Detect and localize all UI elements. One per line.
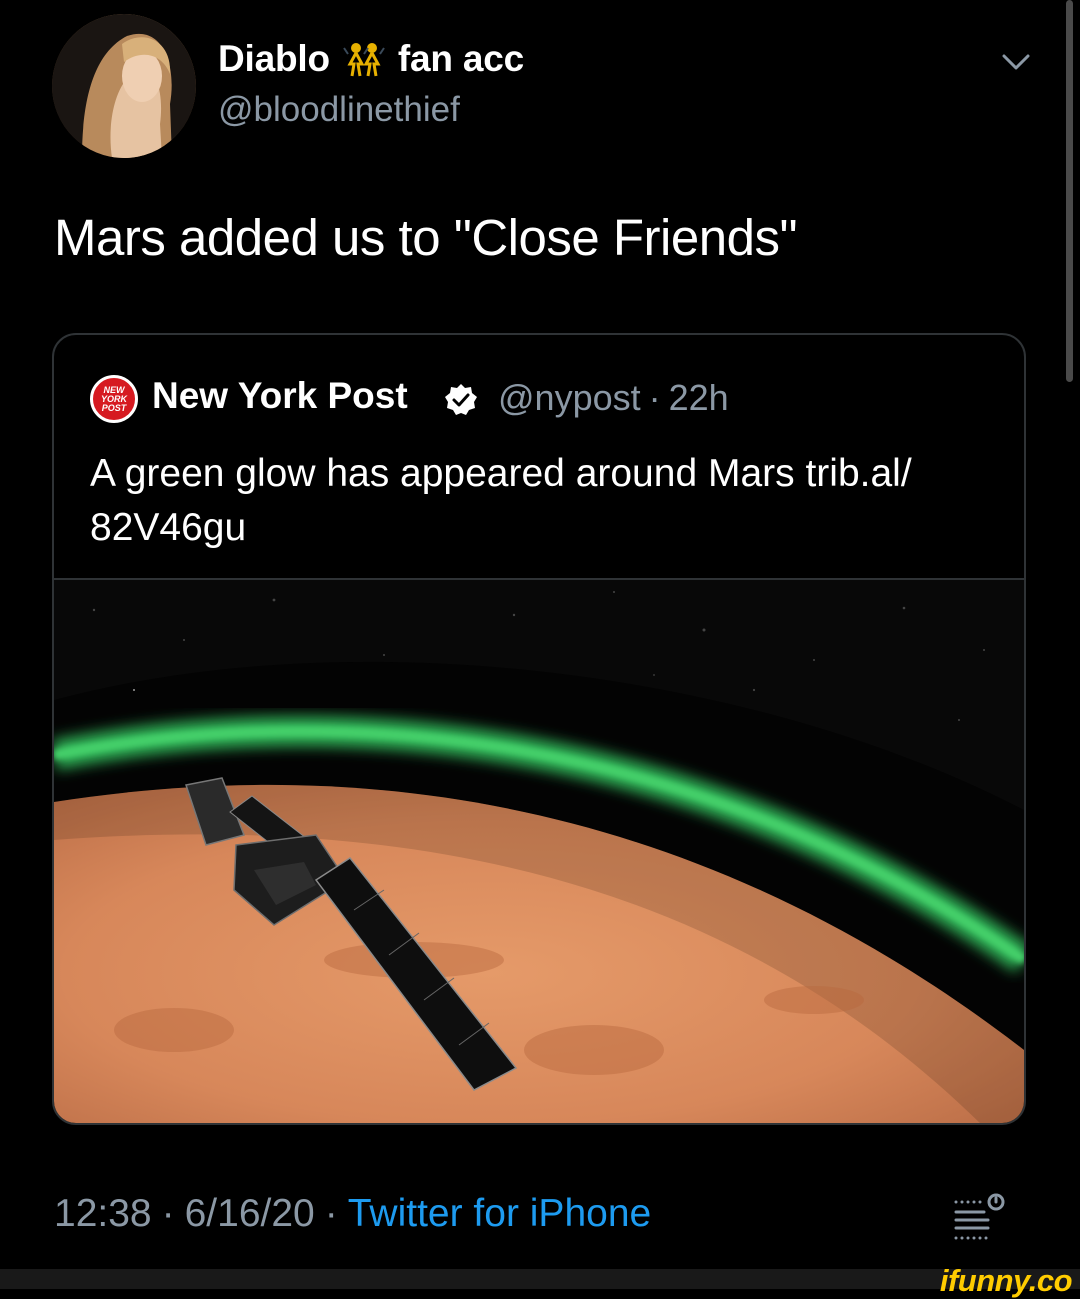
avatar-image bbox=[52, 14, 196, 158]
footer-separator-2: · bbox=[324, 1192, 338, 1235]
display-name-part1: Diablo bbox=[218, 38, 330, 79]
tweet-source-link[interactable]: Twitter for iPhone bbox=[348, 1192, 651, 1235]
dancers-emoji-icon bbox=[343, 43, 385, 77]
quoted-age: 22h bbox=[668, 377, 729, 418]
quoted-text: A green glow has appeared around Mars tr… bbox=[90, 452, 912, 549]
footer-separator-1: · bbox=[161, 1192, 175, 1235]
author-handle[interactable]: @bloodlinethief bbox=[218, 90, 460, 130]
quoted-author-name: New York Post bbox=[152, 375, 408, 416]
analytics-icon[interactable] bbox=[948, 1188, 1010, 1244]
quoted-tweet-card[interactable]: NEW YORK POST New York Post @nypost · 22h A … bbox=[52, 333, 1026, 1125]
display-name-part2: fan acc bbox=[397, 38, 524, 79]
chevron-down-icon[interactable] bbox=[996, 46, 1036, 76]
tweet-time: 12:38 bbox=[54, 1192, 152, 1235]
quoted-meta: @nypost · 22h bbox=[498, 377, 729, 419]
tweet-date: 6/16/20 bbox=[184, 1192, 315, 1235]
avatar[interactable] bbox=[52, 14, 196, 158]
ifunny-watermark: ifunny.co bbox=[939, 1263, 1073, 1298]
verified-badge-icon bbox=[445, 384, 477, 415]
quoted-media-image[interactable] bbox=[54, 578, 1024, 1125]
watermark-bar bbox=[0, 1269, 1080, 1289]
nypost-logo: NEW YORK POST bbox=[90, 375, 138, 423]
tweet-text: Mars added us to "Close Friends" bbox=[54, 209, 798, 266]
meta-separator: · bbox=[648, 377, 661, 418]
quoted-handle: @nypost bbox=[498, 377, 641, 418]
author-display-name[interactable]: Diablo fan acc bbox=[218, 38, 524, 80]
tweet-footer: 12:38 · 6/16/20 · Twitter for iPhone bbox=[54, 1192, 651, 1236]
scrollbar[interactable] bbox=[1066, 0, 1073, 382]
